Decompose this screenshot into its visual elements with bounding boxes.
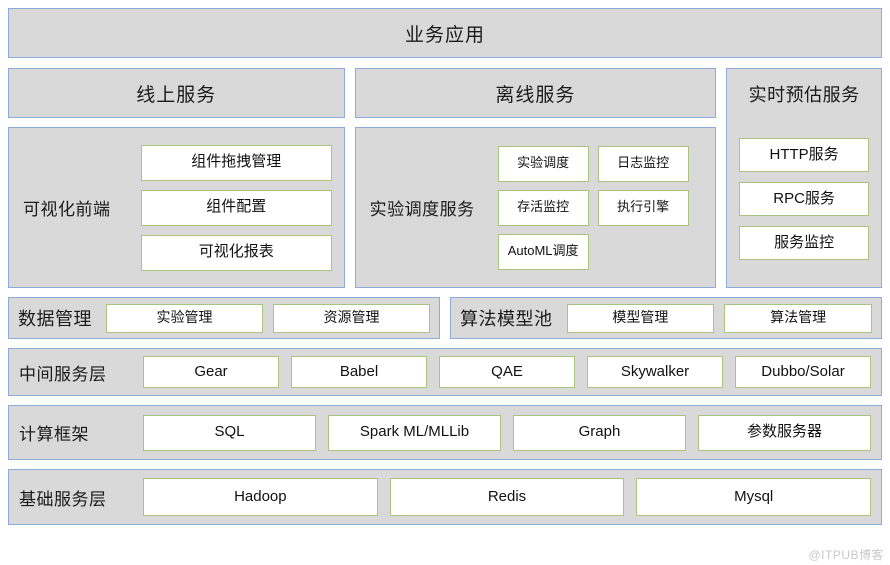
experiment-scheduling-service-label: 实验调度服务 bbox=[369, 200, 475, 219]
watermark: @ITPUB博客 bbox=[808, 548, 884, 562]
chip-experiment-scheduling[interactable]: 实验调度 bbox=[497, 145, 589, 182]
layer-middleware-service: 中间服务层 Gear Babel QAE Skywalker Dubbo/Sol… bbox=[8, 348, 882, 396]
layer-compute-framework: 计算框架 SQL Spark ML/MLLib Graph 参数服务器 bbox=[8, 405, 882, 460]
layer-business-application: 业务应用 bbox=[8, 8, 882, 58]
online-service-header: 线上服务 bbox=[8, 68, 345, 118]
online-service-body: 可视化前端 组件拖拽管理 组件配置 可视化报表 bbox=[8, 127, 345, 288]
realtime-prediction-content: 实时预估服务 HTTP服务 RPC服务 服务监控 bbox=[727, 69, 881, 287]
chip-hadoop[interactable]: Hadoop bbox=[143, 478, 378, 516]
chip-experiment-management[interactable]: 实验管理 bbox=[106, 303, 263, 333]
column-online-service: 线上服务 可视化前端 组件拖拽管理 组件配置 可视化报表 bbox=[8, 68, 345, 288]
middleware-service-label: 中间服务层 bbox=[19, 364, 107, 384]
chip-redis[interactable]: Redis bbox=[389, 478, 625, 516]
realtime-prediction-title: 实时预估服务 bbox=[748, 85, 860, 105]
offline-service-header: 离线服务 bbox=[354, 68, 717, 118]
middleware-service-items: Gear Babel QAE Skywalker Dubbo/Solar bbox=[143, 356, 871, 388]
realtime-prediction-items: HTTP服务 RPC服务 服务监控 bbox=[739, 119, 869, 287]
chip-mysql[interactable]: Mysql bbox=[636, 478, 872, 516]
chip-parameter-server[interactable]: 参数服务器 bbox=[698, 414, 871, 451]
chip-gear[interactable]: Gear bbox=[143, 356, 279, 388]
visual-frontend-items: 组件拖拽管理 组件配置 可视化报表 bbox=[141, 144, 334, 271]
visual-frontend-label: 可视化前端 bbox=[23, 200, 111, 219]
chip-component-drag-management[interactable]: 组件拖拽管理 bbox=[141, 144, 332, 181]
service-columns: 线上服务 可视化前端 组件拖拽管理 组件配置 可视化报表 离线服务 实验调度服务… bbox=[8, 68, 882, 288]
chip-algorithm-management[interactable]: 算法管理 bbox=[724, 303, 872, 333]
chip-babel[interactable]: Babel bbox=[291, 356, 427, 388]
base-service-items: Hadoop Redis Mysql bbox=[143, 478, 872, 516]
architecture-diagram: 业务应用 线上服务 可视化前端 组件拖拽管理 组件配置 可视化报表 离线服务 实… bbox=[0, 0, 890, 565]
chip-graph[interactable]: Graph bbox=[513, 414, 686, 451]
panel-algorithm-model-pool: 算法模型池 模型管理 算法管理 bbox=[450, 297, 882, 339]
chip-resource-management[interactable]: 资源管理 bbox=[273, 303, 430, 333]
chip-execution-engine[interactable]: 执行引擎 bbox=[597, 189, 689, 226]
chip-rpc-service[interactable]: RPC服务 bbox=[739, 182, 869, 216]
column-offline-service: 离线服务 实验调度服务 实验调度 日志监控 存活监控 执行引擎 AutoML调度 bbox=[354, 68, 717, 288]
offline-service-title: 离线服务 bbox=[495, 84, 576, 106]
chip-service-monitoring[interactable]: 服务监控 bbox=[739, 226, 869, 260]
compute-framework-label: 计算框架 bbox=[19, 425, 89, 444]
chip-automl-scheduling[interactable]: AutoML调度 bbox=[497, 233, 589, 270]
chip-http-service[interactable]: HTTP服务 bbox=[739, 138, 869, 172]
online-service-title: 线上服务 bbox=[136, 84, 217, 106]
layer-base-service: 基础服务层 Hadoop Redis Mysql bbox=[8, 469, 882, 525]
chip-skywalker[interactable]: Skywalker bbox=[587, 356, 723, 388]
base-service-label: 基础服务层 bbox=[19, 489, 107, 509]
chip-liveness-monitoring[interactable]: 存活监控 bbox=[497, 189, 589, 226]
offline-service-body: 实验调度服务 实验调度 日志监控 存活监控 执行引擎 AutoML调度 bbox=[354, 127, 717, 288]
chip-spark-ml-mllib[interactable]: Spark ML/MLLib bbox=[328, 414, 501, 451]
chip-dubbo-solar[interactable]: Dubbo/Solar bbox=[735, 356, 871, 388]
experiment-scheduling-items: 实验调度 日志监控 存活监控 执行引擎 AutoML调度 bbox=[497, 145, 706, 270]
chip-log-monitoring[interactable]: 日志监控 bbox=[597, 145, 689, 182]
algorithm-model-pool-label: 算法模型池 bbox=[460, 309, 553, 329]
management-row: 数据管理 实验管理 资源管理 算法模型池 模型管理 算法管理 bbox=[8, 297, 882, 339]
panel-data-management: 数据管理 实验管理 资源管理 bbox=[8, 297, 440, 339]
compute-framework-items: SQL Spark ML/MLLib Graph 参数服务器 bbox=[143, 414, 871, 451]
column-realtime-prediction-service: 实时预估服务 HTTP服务 RPC服务 服务监控 bbox=[726, 68, 882, 288]
chip-visual-report[interactable]: 可视化报表 bbox=[141, 234, 332, 271]
chip-sql[interactable]: SQL bbox=[143, 414, 316, 451]
chip-component-config[interactable]: 组件配置 bbox=[141, 189, 332, 226]
data-management-label: 数据管理 bbox=[18, 309, 92, 329]
chip-qae[interactable]: QAE bbox=[439, 356, 575, 388]
chip-model-management[interactable]: 模型管理 bbox=[566, 303, 715, 333]
business-application-label: 业务应用 bbox=[404, 24, 485, 46]
